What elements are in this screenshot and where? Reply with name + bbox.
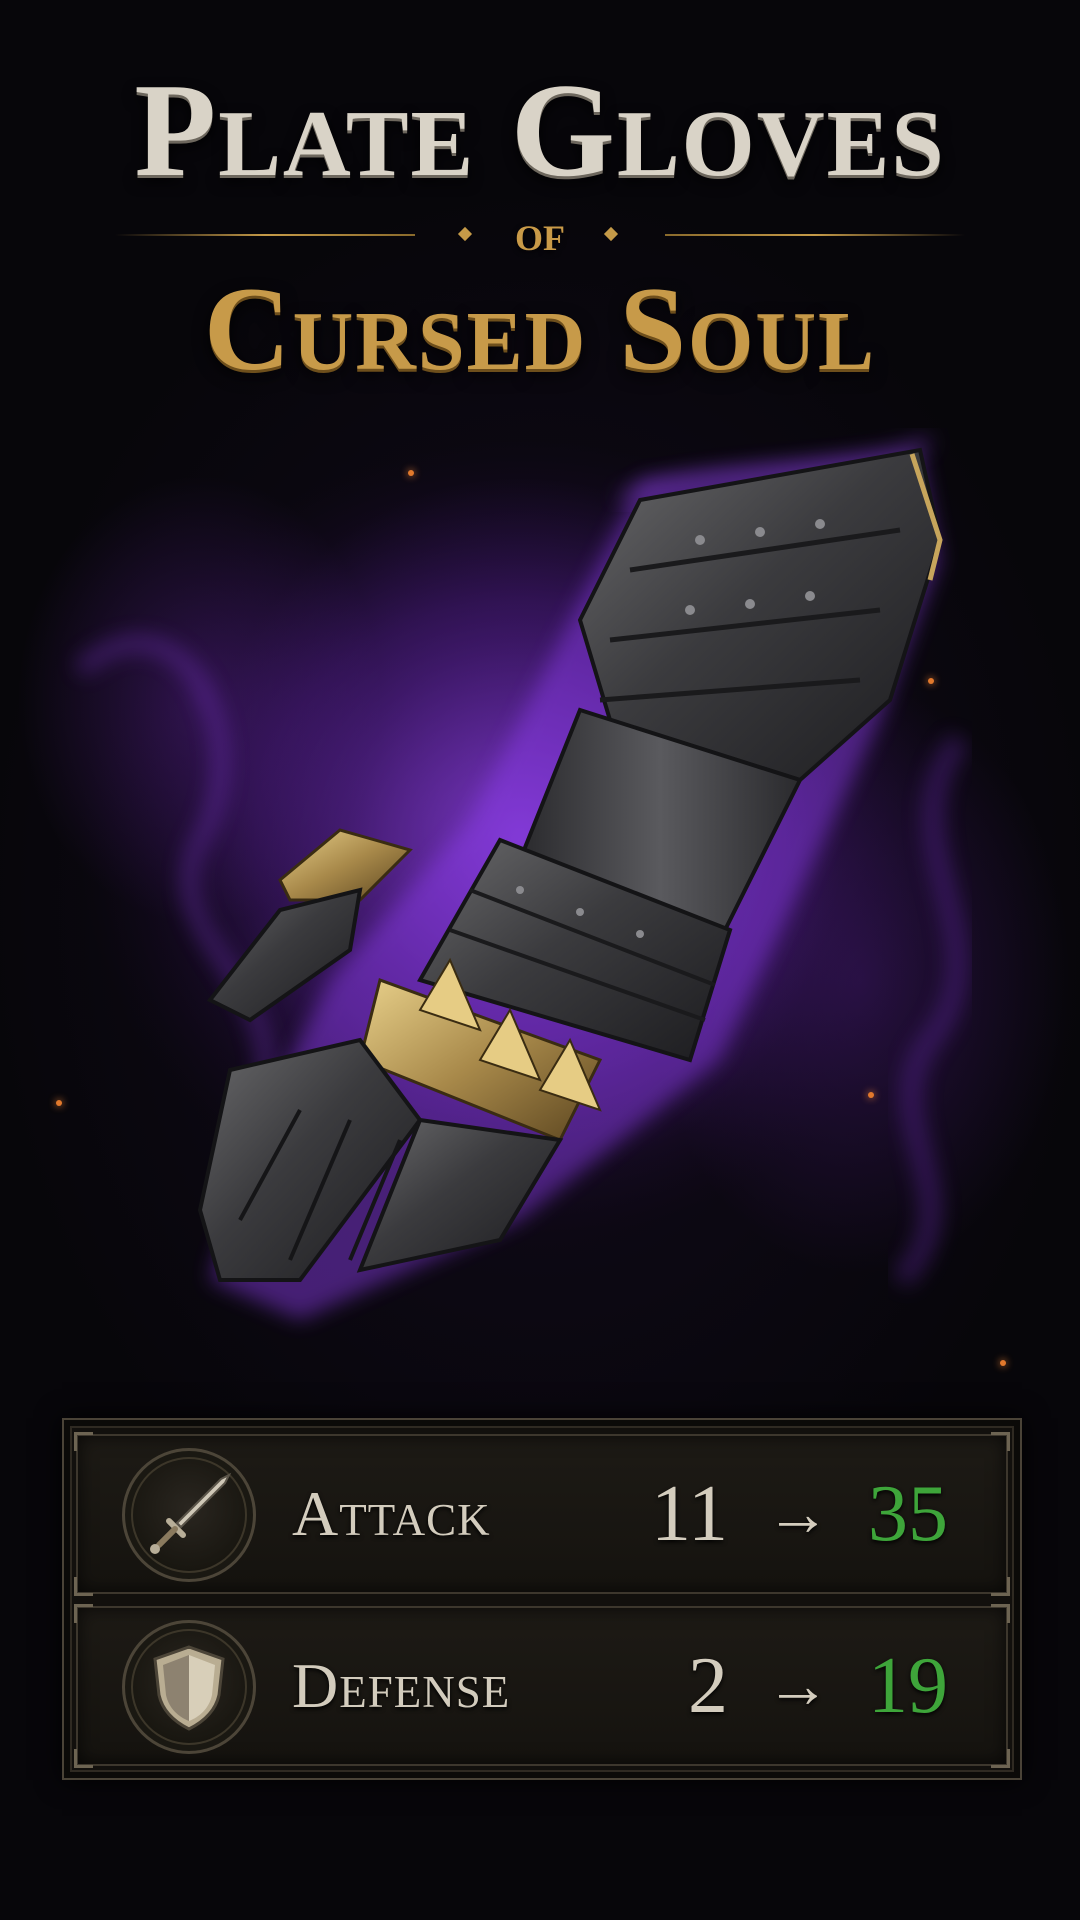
frame-corner — [74, 1604, 93, 1623]
item-title-line1: Plate Gloves — [134, 56, 946, 204]
stat-label: Defense — [292, 1650, 511, 1721]
stats-panel: Attack 11 → 35 Defense 2 → 19 — [62, 1418, 1022, 1780]
ember-particle — [408, 470, 414, 476]
sword-icon — [150, 1472, 232, 1554]
stat-value-old: 2 — [688, 1642, 728, 1730]
stat-icon-medallion — [122, 1620, 256, 1754]
stat-values: 11 → 35 — [651, 1466, 948, 1562]
stat-row-attack: Attack 11 → 35 — [74, 1432, 1010, 1596]
stat-value-new: 35 — [868, 1470, 948, 1558]
gauntlet-icon — [73, 433, 969, 1320]
arrow-right-icon: → — [766, 1478, 830, 1549]
stat-label: Attack — [292, 1478, 491, 1549]
frame-corner — [74, 1432, 93, 1451]
ember-particle — [868, 1092, 874, 1098]
stat-icon-medallion — [122, 1448, 256, 1582]
ember-particle — [56, 1100, 62, 1106]
shield-icon — [153, 1645, 225, 1731]
stat-values: 2 → 19 — [688, 1638, 948, 1734]
frame-corner — [74, 1577, 93, 1596]
stat-value-new: 19 — [868, 1642, 948, 1730]
item-title: Plate Gloves of Cursed Soul — [0, 60, 1080, 394]
frame-corner — [991, 1577, 1010, 1596]
frame-corner — [991, 1432, 1010, 1451]
item-showcase: Plate Gloves of Cursed Soul Attack 11 → … — [0, 0, 1080, 1920]
frame-corner — [991, 1604, 1010, 1623]
item-artwork — [0, 420, 1080, 1380]
ember-particle — [928, 678, 934, 684]
item-title-line3: Cursed Soul — [203, 262, 877, 395]
divider-rule-right — [665, 234, 965, 236]
ember-particle — [1000, 1360, 1006, 1366]
item-title-of-divider: of — [0, 204, 1080, 264]
arrow-right-icon: → — [766, 1650, 830, 1721]
stat-row-defense: Defense 2 → 19 — [74, 1604, 1010, 1768]
stat-value-old: 11 — [650, 1470, 728, 1558]
frame-corner — [74, 1749, 93, 1768]
frame-corner — [991, 1749, 1010, 1768]
